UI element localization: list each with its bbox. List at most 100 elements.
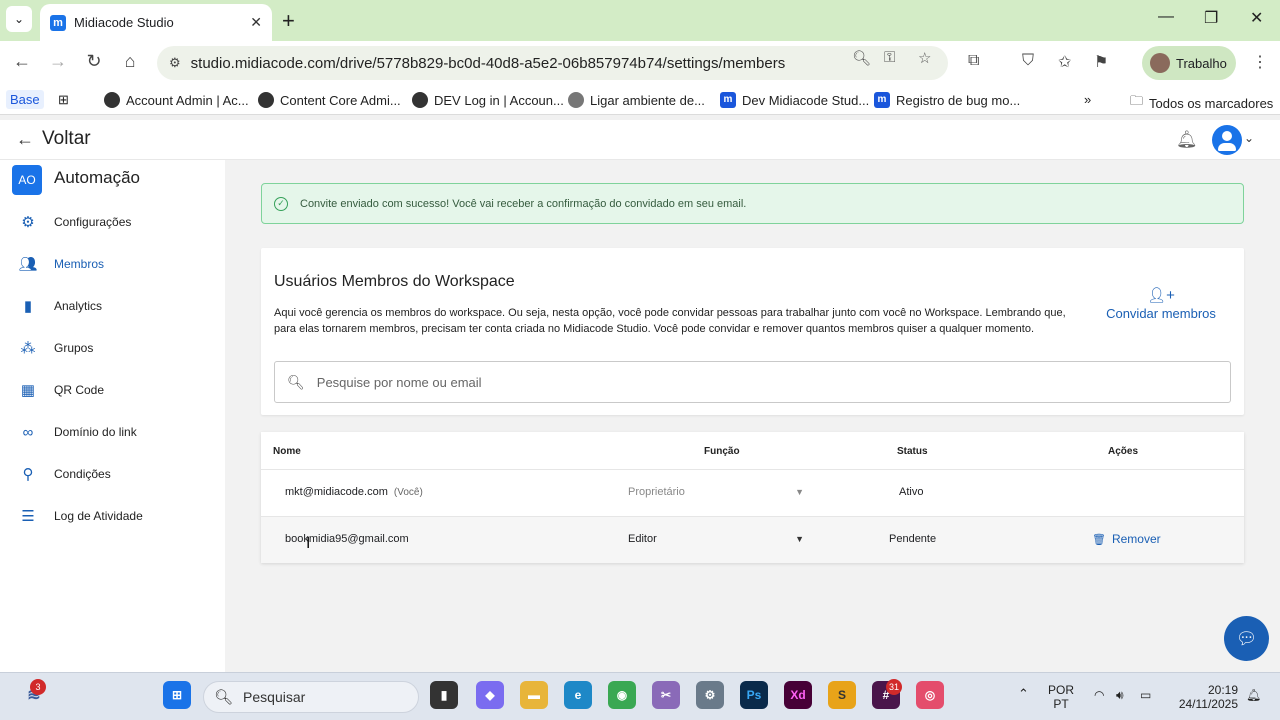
battery-icon[interactable]: ▭ — [1140, 688, 1151, 702]
chevron-down-icon[interactable]: ⌄ — [1244, 131, 1254, 145]
role-value: Proprietário — [628, 486, 685, 498]
reload-icon[interactable]: ↻ — [82, 51, 106, 72]
bookmark-item[interactable]: m Dev Midiacode Stud... — [720, 92, 869, 108]
main-content: ✓ Convite enviado com sucesso! Você vai … — [225, 160, 1280, 672]
invite-members-button[interactable]: 👤︎+ Convidar membros — [1091, 286, 1231, 321]
photoshop-icon[interactable]: Ps — [740, 681, 768, 709]
notification-center-icon[interactable]: 🔔︎ — [1246, 688, 1261, 702]
file-explorer-icon[interactable]: ▬ — [520, 681, 548, 709]
close-tab-icon[interactable]: ✕ — [250, 14, 262, 31]
copilot-icon[interactable]: ◆ — [476, 681, 504, 709]
trash-icon: 🗑︎ — [1092, 533, 1106, 546]
chat-support-button[interactable]: 💬︎ — [1224, 616, 1269, 661]
settings-gear-icon[interactable]: ⚙ — [696, 681, 724, 709]
arrow-left-icon: ← — [16, 128, 34, 149]
more-bookmarks-icon[interactable]: » — [1084, 92, 1091, 107]
sidebar-item-analytics[interactable]: ▮ Analytics — [0, 291, 225, 321]
bookmark-star-icon[interactable]: ☆ — [918, 49, 931, 67]
globe-icon — [258, 92, 274, 108]
column-header-role: Função — [704, 446, 740, 457]
search-input[interactable] — [316, 374, 1197, 390]
tray-overflow-chevron-icon[interactable]: ⌃ — [1018, 687, 1029, 701]
taskbar-search[interactable]: 🔍︎ Pesquisar — [203, 681, 419, 713]
menu-kebab-icon[interactable]: ⋮ — [1252, 52, 1268, 72]
user-avatar-icon[interactable] — [1212, 125, 1242, 155]
restore-icon[interactable]: ❐ — [1204, 8, 1218, 28]
members-table: Nome Função Status Ações mkt@midiacode.c… — [261, 432, 1244, 563]
dropdown-arrow-icon: ▼ — [795, 534, 804, 544]
alert-message: Convite enviado com sucesso! Você vai re… — [300, 197, 747, 210]
bookmark-item[interactable]: DEV Log in | Accoun... — [412, 92, 564, 108]
sidebar-item-configuracoes[interactable]: ⚙ Configurações — [0, 207, 225, 237]
address-bar[interactable]: ⚙ studio.midiacode.com/drive/5778b829-bc… — [157, 46, 948, 80]
bookmark-item[interactable]: Ligar ambiente de... — [568, 92, 705, 108]
workspace-name: Automação — [54, 168, 140, 187]
windows-start-icon[interactable]: ⊞ — [163, 681, 191, 709]
sublime-text-icon[interactable]: S — [828, 681, 856, 709]
extensions-icon[interactable]: ⧉ — [968, 52, 979, 70]
incognito-icon[interactable]: ⛉ — [1022, 52, 1034, 70]
chrome-browser-icon[interactable]: ◉ — [608, 681, 636, 709]
minimize-icon[interactable]: — — [1158, 8, 1174, 26]
globe-icon — [412, 92, 428, 108]
task-view-icon[interactable]: ▮ — [430, 681, 458, 709]
home-icon[interactable]: ⌂ — [118, 51, 142, 72]
bookmark-item[interactable]: Account Admin | Ac... — [104, 92, 249, 108]
all-bookmarks-folder[interactable]: 🗀 Todos os marcadores — [1130, 92, 1273, 114]
edge-browser-icon[interactable]: e — [564, 681, 592, 709]
site-info-icon[interactable]: ⚙ — [169, 55, 181, 71]
sidebar: AO Automação ⚙ Configurações 👥︎ Membros … — [0, 160, 225, 672]
profile-avatar — [1150, 53, 1170, 73]
bookmarks-bar: Base ⊞ Account Admin | Ac... Content Cor… — [0, 85, 1280, 115]
sidebar-item-log-atividade[interactable]: ☰ Log de Atividade — [0, 501, 225, 531]
sidebar-item-dominio[interactable]: ∞ Domínio do link — [0, 417, 225, 447]
list-icon: ☰ — [21, 508, 35, 525]
remove-member-button[interactable]: 🗑︎ Remover — [1092, 532, 1161, 546]
sidebar-item-condicoes[interactable]: ⚲ Condições — [0, 459, 225, 489]
language-indicator[interactable]: POR PT — [1048, 683, 1074, 711]
sidebar-item-qr-code[interactable]: ▦ QR Code — [0, 375, 225, 405]
notification-bell-icon[interactable]: 🔔︎ — [1176, 130, 1198, 150]
role-select[interactable]: Editor ▼ — [628, 533, 804, 545]
tab-title: Midiacode Studio — [74, 15, 174, 30]
browser-tab-active[interactable]: m Midiacode Studio ✕ — [40, 4, 272, 41]
creative-cloud-icon[interactable]: ◎ — [916, 681, 944, 709]
tab-search-button[interactable]: ⌄ — [6, 6, 32, 32]
profile-button[interactable]: Trabalho — [1142, 46, 1236, 80]
translate-icon[interactable]: ⚑ — [1094, 52, 1108, 72]
gear-icon: ⚙ — [21, 214, 35, 231]
password-key-icon[interactable]: ⚿ — [884, 49, 895, 66]
wifi-icon[interactable]: ◠ — [1094, 688, 1104, 702]
back-icon[interactable]: ← — [10, 51, 34, 72]
member-email-cell: mkt@midiacode.com (Você) — [285, 486, 423, 498]
bookmark-item[interactable]: m Registro de bug mo... — [874, 92, 1020, 108]
volume-icon[interactable]: 🔊︎ — [1116, 688, 1124, 702]
clock[interactable]: 20:19 24/11/2025 — [1170, 683, 1238, 711]
column-header-name: Nome — [273, 446, 301, 457]
table-row: bookmidia95@gmail.com Editor ▼ Pendente … — [261, 516, 1244, 563]
check-circle-icon: ✓ — [274, 196, 288, 211]
close-window-icon[interactable]: ✕ — [1250, 8, 1263, 28]
person-add-icon: 👤︎+ — [1147, 287, 1175, 304]
sidebar-item-membros[interactable]: 👥︎ Membros — [0, 249, 225, 279]
snipping-tool-icon[interactable]: ✂ — [652, 681, 680, 709]
member-email: mkt@midiacode.com — [285, 486, 388, 498]
remove-label: Remover — [1111, 532, 1161, 546]
search-icon[interactable]: 🔍︎ — [852, 49, 871, 67]
globe-icon — [104, 92, 120, 108]
qr-code-icon: ▦ — [20, 382, 36, 399]
forward-icon[interactable]: → — [46, 51, 70, 72]
slack-badge: 31 — [886, 679, 902, 695]
new-tab-icon[interactable]: + — [282, 8, 295, 34]
success-alert: ✓ Convite enviado com sucesso! Você vai … — [261, 183, 1244, 224]
back-button[interactable]: ← Voltar — [16, 128, 91, 150]
bookmark-base[interactable]: Base — [6, 90, 44, 109]
favorites-icon[interactable]: ✩ — [1058, 52, 1071, 72]
apps-grid-icon[interactable]: ⊞ — [58, 92, 69, 108]
taskbar-search-placeholder: Pesquisar — [243, 689, 306, 705]
search-field[interactable]: 🔍︎ — [274, 361, 1231, 403]
adobe-xd-icon[interactable]: Xd — [784, 681, 812, 709]
bookmark-item[interactable]: Content Core Admi... — [258, 92, 401, 108]
sidebar-item-grupos[interactable]: ⁂ Grupos — [0, 333, 225, 363]
you-label: (Você) — [393, 487, 423, 498]
